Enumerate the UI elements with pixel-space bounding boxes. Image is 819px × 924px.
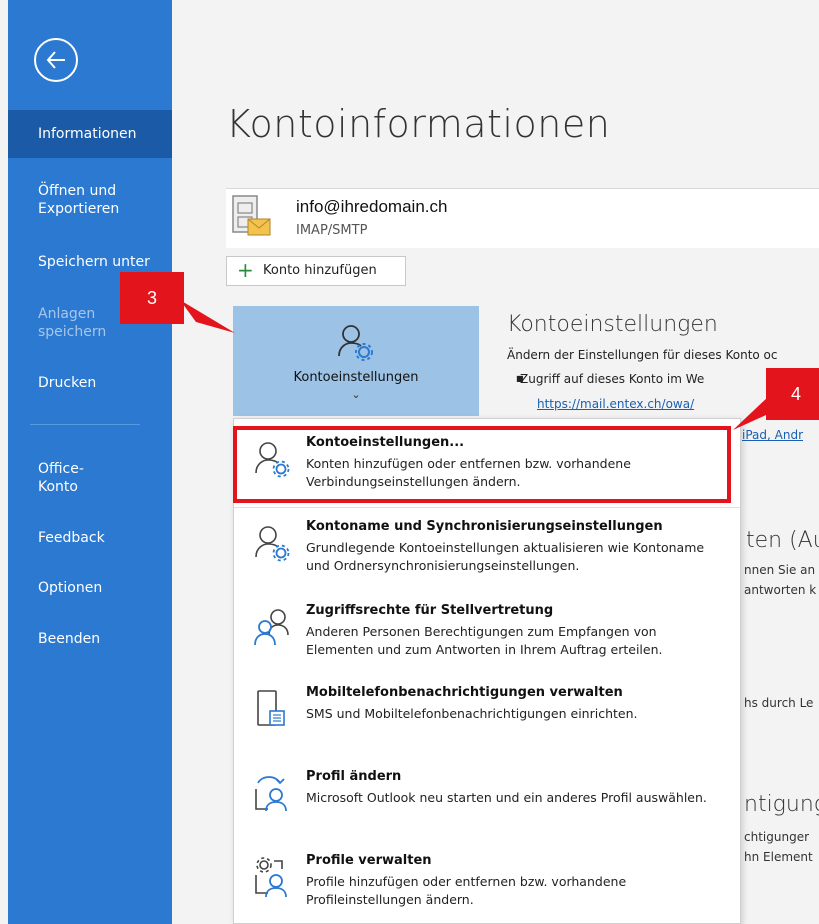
callout-4: 4 [766,368,819,420]
callout-pointers [180,300,788,430]
callout-3-pointer [180,300,235,333]
callout-3: 3 [120,272,184,324]
